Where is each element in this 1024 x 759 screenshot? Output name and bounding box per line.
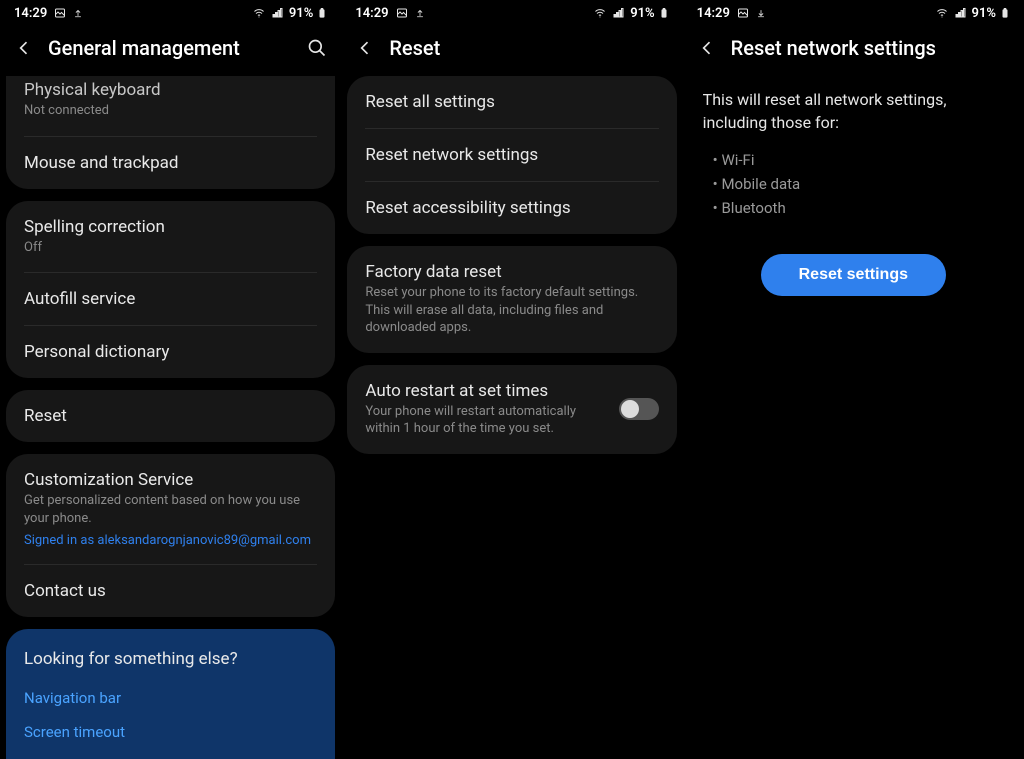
back-button[interactable] <box>10 38 38 58</box>
status-bar: 14:29 91% <box>683 0 1024 26</box>
reset-group-auto-restart: Auto restart at set times Your phone wil… <box>347 365 676 454</box>
setting-desc: Off <box>24 239 317 257</box>
setting-label: Auto restart at set times <box>365 381 606 401</box>
screen-general-management: 14:29 91% General management Physical ke… <box>0 0 341 759</box>
signal-icon <box>271 7 285 19</box>
chevron-left-icon <box>697 38 717 58</box>
image-icon <box>395 7 409 19</box>
status-battery-text: 91% <box>289 6 313 21</box>
list-item-wifi: Wi-Fi <box>713 148 1004 172</box>
status-time: 14:29 <box>14 6 47 21</box>
auto-restart-toggle[interactable] <box>619 398 659 420</box>
setting-label: Reset network settings <box>365 145 658 165</box>
looking-link-font-size[interactable]: Font size and style <box>6 749 335 759</box>
list-item-mobile-data: Mobile data <box>713 172 1004 196</box>
reset-group-basic: Reset all settings Reset network setting… <box>347 76 676 234</box>
setting-label: Reset <box>24 406 317 426</box>
page-title: Reset network settings <box>731 36 1014 60</box>
battery-icon <box>659 6 669 20</box>
header: General management <box>0 26 341 76</box>
signal-icon <box>954 7 968 19</box>
back-button[interactable] <box>693 38 721 58</box>
setting-customization-service[interactable]: Customization Service Get personalized c… <box>6 454 335 564</box>
header: Reset network settings <box>683 26 1024 76</box>
looking-link-screen-timeout[interactable]: Screen timeout <box>6 715 335 749</box>
battery-icon <box>317 6 327 20</box>
page-title: Reset <box>389 36 672 60</box>
setting-reset[interactable]: Reset <box>6 390 335 442</box>
looking-link-navigation-bar[interactable]: Navigation bar <box>6 681 335 715</box>
setting-spelling-correction[interactable]: Spelling correction Off <box>6 201 335 273</box>
setting-label: Physical keyboard <box>24 80 317 100</box>
status-time: 14:29 <box>697 6 730 21</box>
setting-autofill-service[interactable]: Autofill service <box>6 273 335 325</box>
setting-label: Contact us <box>24 581 317 601</box>
reset-network-body: This will reset all network settings, in… <box>683 76 1024 308</box>
setting-factory-reset[interactable]: Factory data reset Reset your phone to i… <box>347 246 676 353</box>
image-icon <box>736 7 750 19</box>
setting-label: Mouse and trackpad <box>24 153 317 173</box>
upload-icon <box>73 7 83 19</box>
search-icon <box>307 38 327 58</box>
setting-link: Signed in as aleksandarognjanovic89@gmai… <box>24 533 317 548</box>
upload-icon <box>415 7 425 19</box>
setting-label: Autofill service <box>24 289 317 309</box>
download-icon <box>756 7 766 19</box>
looking-for-title: Looking for something else? <box>6 629 335 681</box>
setting-label: Factory data reset <box>365 262 658 282</box>
setting-reset-all[interactable]: Reset all settings <box>347 76 676 128</box>
setting-contact-us[interactable]: Contact us <box>6 565 335 617</box>
reset-settings-button[interactable]: Reset settings <box>761 254 946 296</box>
status-bar: 14:29 91% <box>0 0 341 26</box>
setting-group-text: Spelling correction Off Autofill service… <box>6 201 335 379</box>
reset-network-explain: This will reset all network settings, in… <box>703 88 1004 134</box>
wifi-icon <box>251 7 267 19</box>
setting-label: Personal dictionary <box>24 342 317 362</box>
back-button[interactable] <box>351 38 379 58</box>
status-time: 14:29 <box>355 6 388 21</box>
setting-label: Reset all settings <box>365 92 658 112</box>
battery-icon <box>1000 6 1010 20</box>
wifi-icon <box>592 7 608 19</box>
page-title: General management <box>48 36 293 60</box>
signal-icon <box>612 7 626 19</box>
looking-for-card: Looking for something else? Navigation b… <box>6 629 335 759</box>
setting-group-input: Physical keyboard Not connected Mouse an… <box>6 76 335 189</box>
reset-network-list: Wi-Fi Mobile data Bluetooth <box>713 148 1004 220</box>
setting-reset-accessibility[interactable]: Reset accessibility settings <box>347 182 676 234</box>
setting-group-reset: Reset <box>6 390 335 442</box>
header: Reset <box>341 26 682 76</box>
image-icon <box>53 7 67 19</box>
setting-desc: Get personalized content based on how yo… <box>24 492 317 527</box>
screen-reset-network: 14:29 91% Reset network settings This wi… <box>683 0 1024 759</box>
wifi-icon <box>934 7 950 19</box>
chevron-left-icon <box>355 38 375 58</box>
status-bar: 14:29 91% <box>341 0 682 26</box>
setting-personal-dictionary[interactable]: Personal dictionary <box>6 326 335 378</box>
setting-label: Reset accessibility settings <box>365 198 658 218</box>
setting-desc: Not connected <box>24 102 317 120</box>
setting-label: Customization Service <box>24 470 317 490</box>
setting-label: Spelling correction <box>24 217 317 237</box>
setting-desc: Your phone will restart automatically wi… <box>365 403 606 438</box>
setting-desc: Reset your phone to its factory default … <box>365 284 658 337</box>
setting-reset-network[interactable]: Reset network settings <box>347 129 676 181</box>
setting-auto-restart[interactable]: Auto restart at set times Your phone wil… <box>347 365 676 454</box>
list-item-bluetooth: Bluetooth <box>713 196 1004 220</box>
screen-reset: 14:29 91% Reset Reset all settings Reset… <box>341 0 682 759</box>
setting-group-service: Customization Service Get personalized c… <box>6 454 335 617</box>
setting-physical-keyboard[interactable]: Physical keyboard Not connected <box>6 76 335 136</box>
status-battery-text: 91% <box>630 6 654 21</box>
status-battery-text: 91% <box>972 6 996 21</box>
setting-mouse-trackpad[interactable]: Mouse and trackpad <box>6 137 335 189</box>
search-button[interactable] <box>303 38 331 58</box>
reset-group-factory: Factory data reset Reset your phone to i… <box>347 246 676 353</box>
chevron-left-icon <box>14 38 34 58</box>
